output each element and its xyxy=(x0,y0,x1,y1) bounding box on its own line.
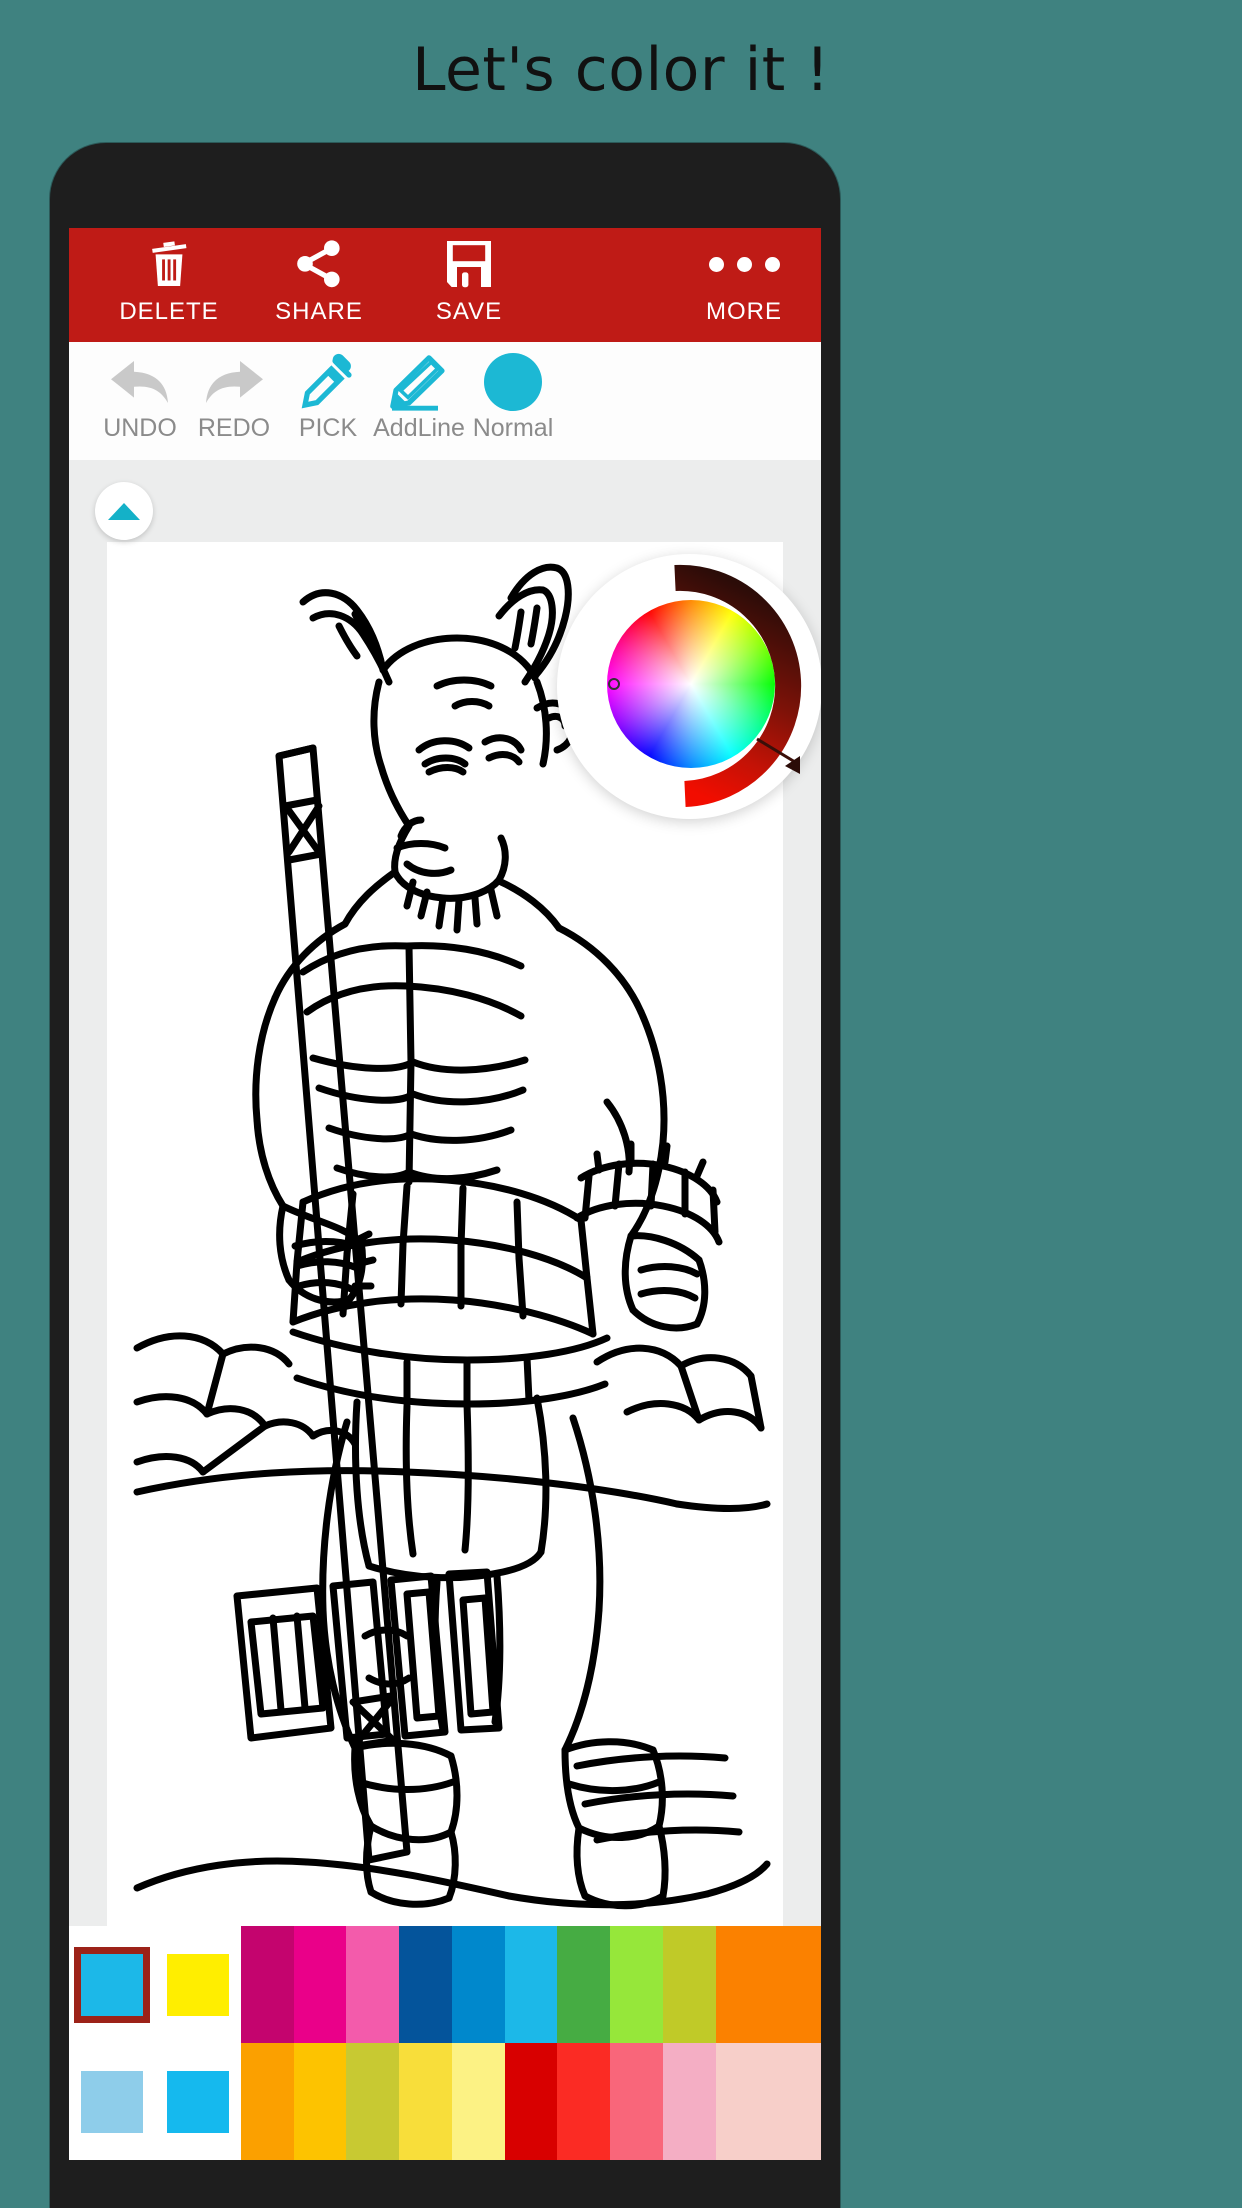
palette-swatch[interactable] xyxy=(451,2043,505,2160)
save-button-label: SAVE xyxy=(435,298,503,325)
palette-swatch[interactable] xyxy=(715,2043,769,2160)
palette-swatch[interactable] xyxy=(241,1926,294,2043)
palette-swatch[interactable] xyxy=(557,2043,611,2160)
brightness-arc-slider[interactable] xyxy=(557,554,821,819)
phone-screen: DELETE SHARE SAVE MORE UNDO REDO PICK Ad… xyxy=(69,228,821,2160)
palette-swatch[interactable] xyxy=(610,2043,663,2160)
share-button-label: SHARE xyxy=(275,298,363,325)
recent-colors xyxy=(69,1926,241,2160)
phone-frame: DELETE SHARE SAVE MORE UNDO REDO PICK Ad… xyxy=(50,143,840,2208)
addline-button-label: AddLine xyxy=(373,414,465,442)
palette-swatch[interactable] xyxy=(504,2043,558,2160)
trash-icon xyxy=(146,236,192,292)
palette-swatch[interactable] xyxy=(399,1926,452,2043)
palette-swatch[interactable] xyxy=(346,1926,400,2043)
floppy-disk-icon xyxy=(444,236,494,292)
recent-color-cell[interactable] xyxy=(155,2043,241,2160)
recent-color-swatch[interactable] xyxy=(167,1953,229,2016)
redo-button-label: REDO xyxy=(197,414,271,442)
palette-swatch[interactable] xyxy=(451,1926,505,2043)
recent-color-swatch[interactable] xyxy=(81,2070,143,2133)
palette-swatch[interactable] xyxy=(293,1926,347,2043)
blend-mode-button[interactable]: Normal xyxy=(454,348,572,458)
canvas-area[interactable] xyxy=(69,460,821,1926)
recent-color-cell[interactable] xyxy=(69,2043,155,2160)
share-icon xyxy=(295,236,343,292)
share-button[interactable]: SHARE xyxy=(244,236,394,336)
redo-arrow-icon xyxy=(203,348,265,416)
delete-button-label: DELETE xyxy=(119,298,219,325)
collapse-toolbar-button[interactable] xyxy=(95,482,153,540)
pick-button-label: PICK xyxy=(298,414,358,442)
palette-swatch[interactable] xyxy=(293,2043,347,2160)
palette-swatch[interactable] xyxy=(399,2043,452,2160)
undo-arrow-icon xyxy=(109,348,171,416)
blend-mode-label: Normal xyxy=(472,414,554,442)
palette-swatch[interactable] xyxy=(768,1926,821,2043)
more-button[interactable]: MORE xyxy=(684,236,804,336)
palette-swatch[interactable] xyxy=(768,2043,821,2160)
palette-swatch[interactable] xyxy=(715,1926,769,2043)
brightness-arc-track[interactable] xyxy=(674,564,802,807)
swatch-grid xyxy=(241,1926,821,2160)
page-title: Let's color it ! xyxy=(412,35,830,105)
undo-button-label: UNDO xyxy=(103,414,177,442)
action-bar: DELETE SHARE SAVE MORE xyxy=(69,228,821,342)
palette-swatch[interactable] xyxy=(346,2043,400,2160)
palette-swatch[interactable] xyxy=(504,1926,558,2043)
palette-swatch[interactable] xyxy=(241,2043,294,2160)
recent-color-cell[interactable] xyxy=(69,1926,155,2043)
eyedropper-icon xyxy=(299,348,357,416)
recent-color-swatch[interactable] xyxy=(74,1946,150,2023)
delete-button[interactable]: DELETE xyxy=(94,236,244,336)
color-dot-icon xyxy=(484,348,542,416)
save-button[interactable]: SAVE xyxy=(394,236,544,336)
color-palette xyxy=(69,1926,821,2160)
palette-swatch[interactable] xyxy=(662,1926,716,2043)
palette-swatch[interactable] xyxy=(557,1926,611,2043)
recent-color-cell[interactable] xyxy=(155,1926,241,2043)
recent-color-swatch[interactable] xyxy=(167,2070,229,2133)
more-button-label: MORE xyxy=(706,298,782,325)
pencil-icon xyxy=(388,348,450,416)
overflow-dots-icon xyxy=(708,236,780,292)
color-wheel-popup[interactable] xyxy=(557,554,821,819)
palette-swatch[interactable] xyxy=(662,2043,716,2160)
triangle-up-icon xyxy=(108,502,140,520)
tool-row: UNDO REDO PICK AddLine Normal xyxy=(69,342,821,460)
palette-swatch[interactable] xyxy=(610,1926,663,2043)
